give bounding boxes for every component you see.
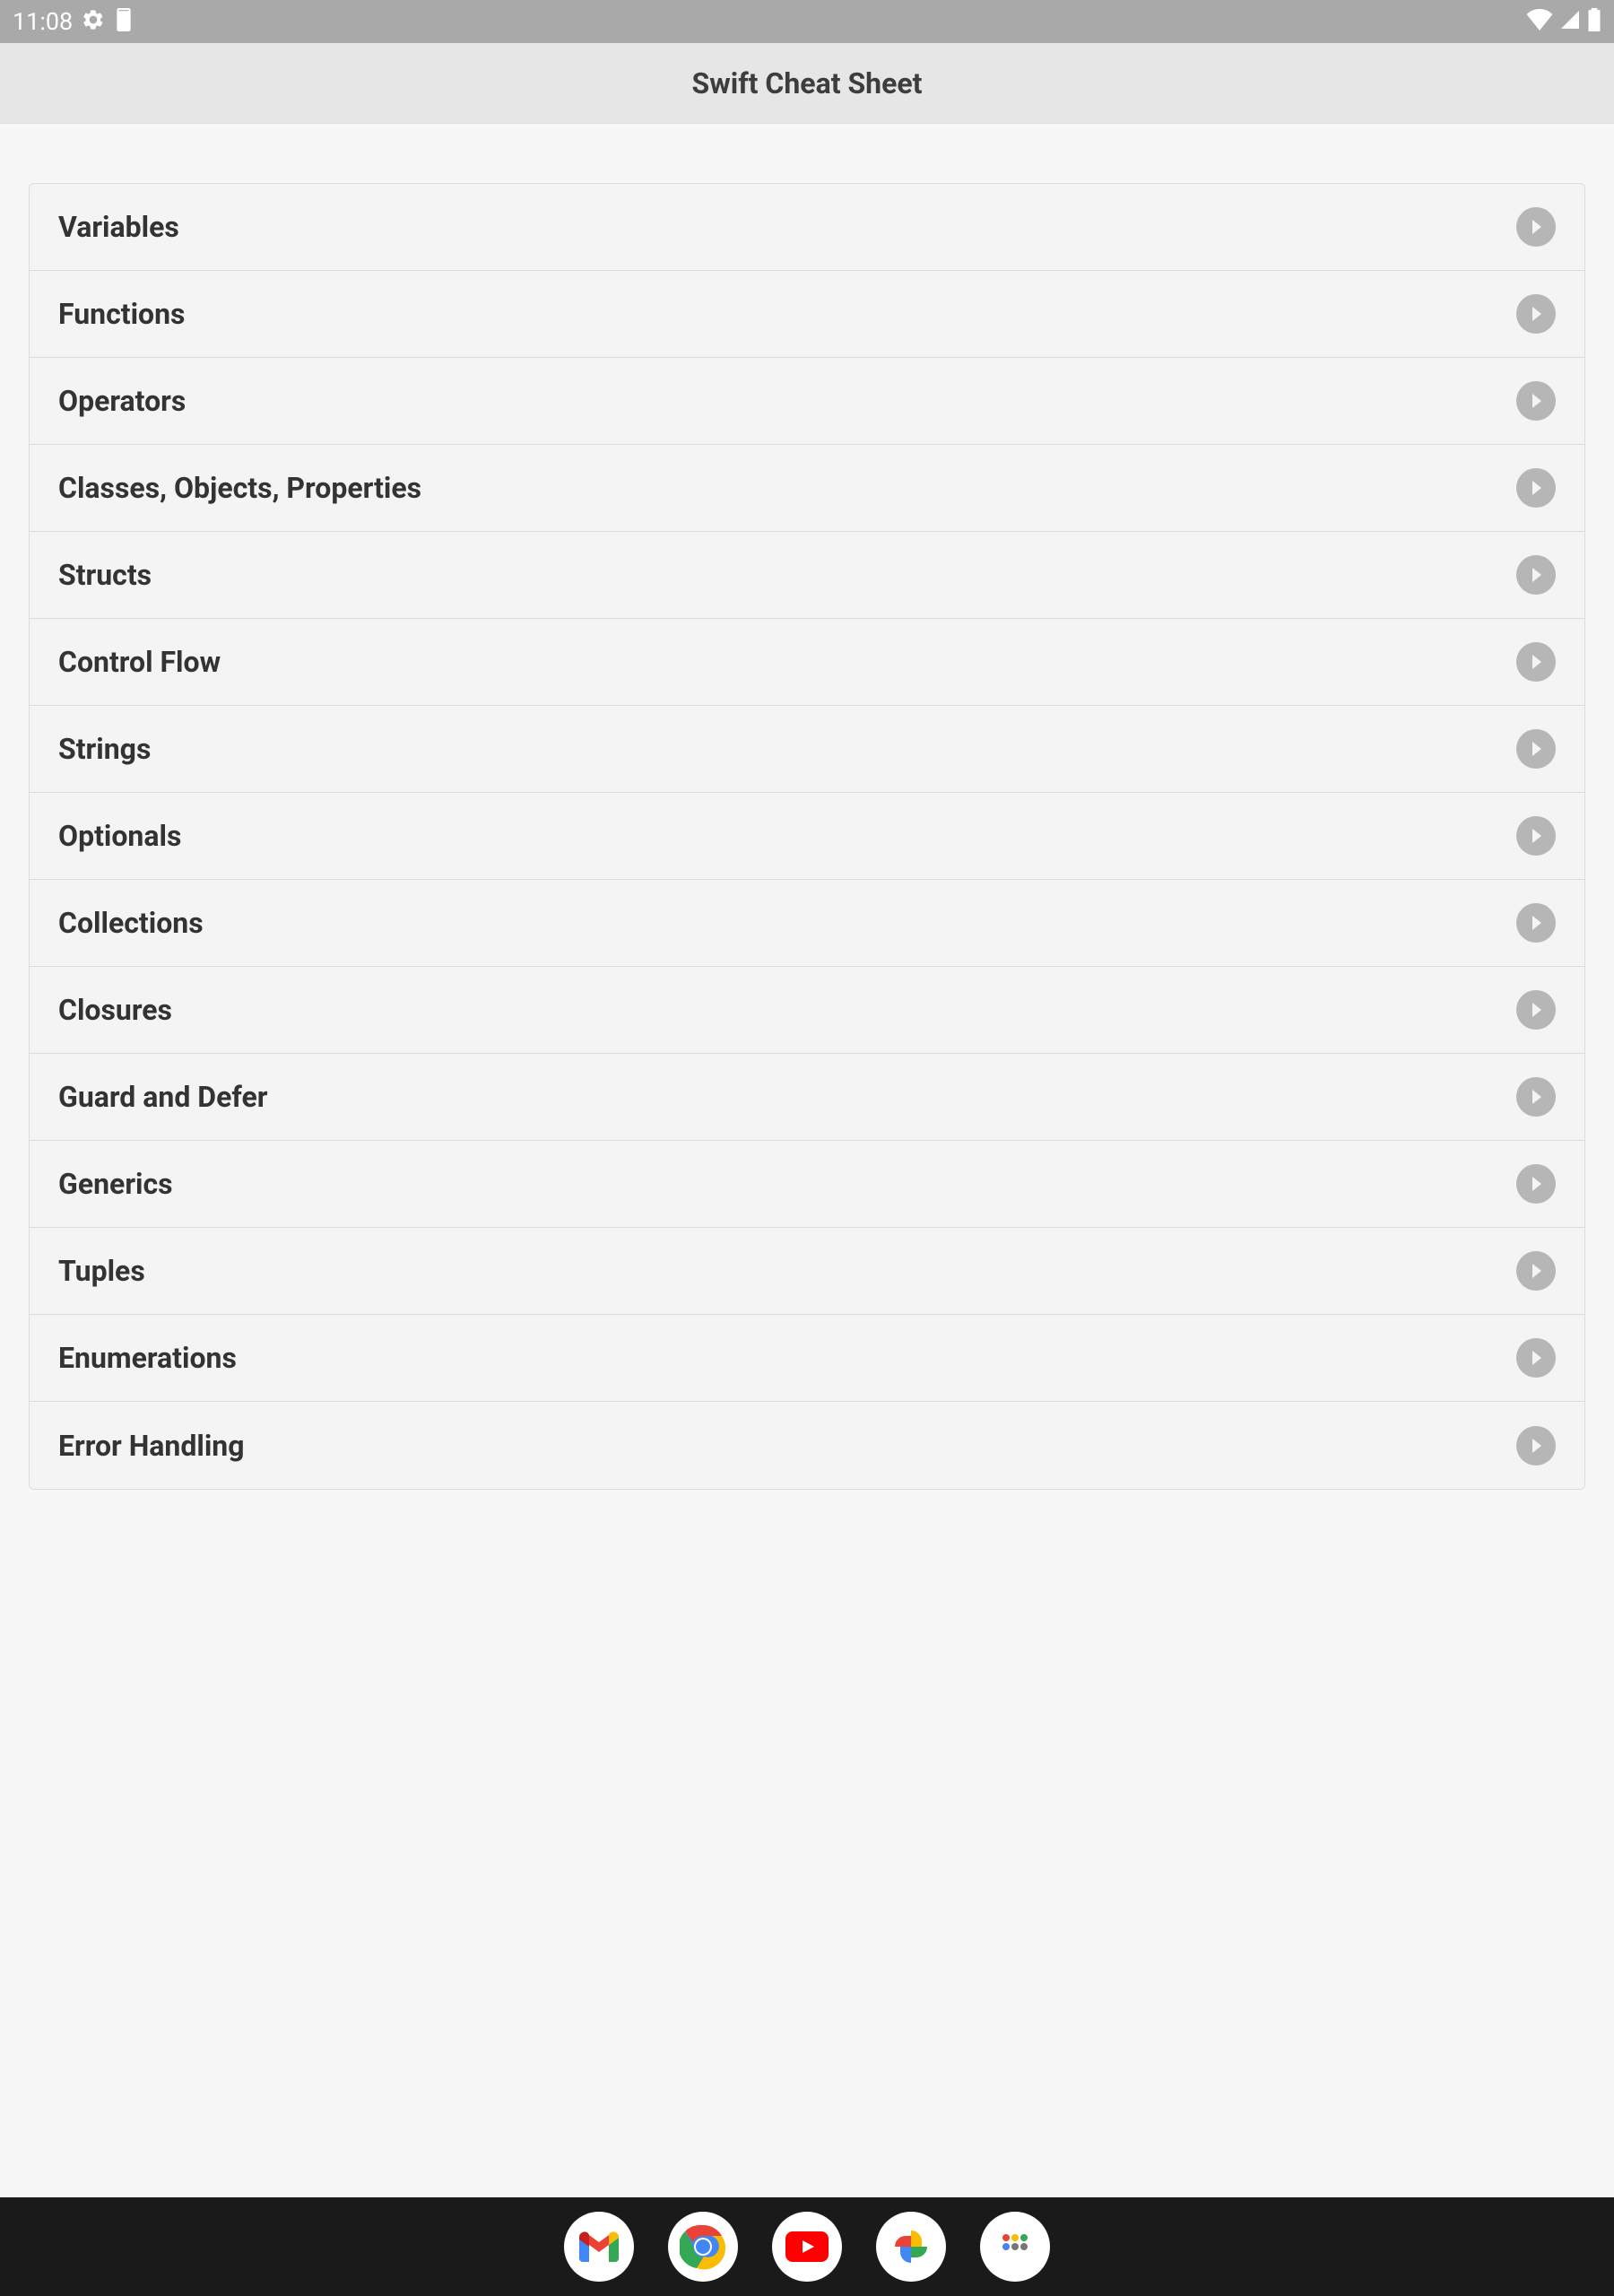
list-item-label: Guard and Defer xyxy=(58,1080,267,1114)
chevron-right-icon xyxy=(1516,729,1556,769)
list-item-collections[interactable]: Collections xyxy=(30,880,1584,967)
chevron-right-icon xyxy=(1516,555,1556,595)
list-item-label: Tuples xyxy=(58,1254,145,1288)
list-item-tuples[interactable]: Tuples xyxy=(30,1228,1584,1315)
chevron-right-icon xyxy=(1516,207,1556,247)
list-item-functions[interactable]: Functions xyxy=(30,271,1584,358)
list-item-label: Classes, Objects, Properties xyxy=(58,471,421,505)
dock-apps-icon[interactable] xyxy=(980,2212,1050,2282)
dock xyxy=(0,2197,1614,2296)
dock-youtube-icon[interactable] xyxy=(772,2212,842,2282)
chevron-right-icon xyxy=(1516,381,1556,421)
list-item-label: Structs xyxy=(58,558,152,592)
list-item-generics[interactable]: Generics xyxy=(30,1141,1584,1228)
list-item-label: Error Handling xyxy=(58,1429,245,1463)
list-item-label: Control Flow xyxy=(58,645,221,679)
list-item-strings[interactable]: Strings xyxy=(30,706,1584,793)
list-item-label: Collections xyxy=(58,906,204,940)
chevron-right-icon xyxy=(1516,1338,1556,1378)
list-item-closures[interactable]: Closures xyxy=(30,967,1584,1054)
dock-photos-icon[interactable] xyxy=(876,2212,946,2282)
status-left-group: 11:08 xyxy=(13,7,134,36)
status-right-group xyxy=(1526,8,1601,35)
wifi-icon xyxy=(1526,9,1553,34)
list-item-operators[interactable]: Operators xyxy=(30,358,1584,445)
chevron-right-icon xyxy=(1516,642,1556,682)
list-item-error-handling[interactable]: Error Handling xyxy=(30,1402,1584,1489)
chevron-right-icon xyxy=(1516,903,1556,943)
list-item-enumerations[interactable]: Enumerations xyxy=(30,1315,1584,1402)
chevron-right-icon xyxy=(1516,294,1556,334)
gear-icon xyxy=(82,8,105,35)
content-area: Variables Functions Operators Classes, O… xyxy=(0,124,1614,1490)
list-item-label: Generics xyxy=(58,1167,173,1201)
dock-chrome-icon[interactable] xyxy=(668,2212,738,2282)
dock-gmail-icon[interactable] xyxy=(564,2212,634,2282)
topic-list: Variables Functions Operators Classes, O… xyxy=(29,183,1585,1490)
list-item-label: Variables xyxy=(58,210,179,244)
page-title: Swift Cheat Sheet xyxy=(692,66,923,100)
app-header: Swift Cheat Sheet xyxy=(0,43,1614,124)
list-item-label: Optionals xyxy=(58,819,181,853)
list-item-label: Closures xyxy=(58,993,172,1027)
list-item-label: Functions xyxy=(58,297,185,331)
chevron-right-icon xyxy=(1516,1251,1556,1291)
list-item-control-flow[interactable]: Control Flow xyxy=(30,619,1584,706)
list-item-structs[interactable]: Structs xyxy=(30,532,1584,619)
card-icon xyxy=(114,8,134,35)
chevron-right-icon xyxy=(1516,1077,1556,1117)
list-item-label: Strings xyxy=(58,732,151,766)
chevron-right-icon xyxy=(1516,1426,1556,1465)
chevron-right-icon xyxy=(1516,1164,1556,1204)
list-item-label: Operators xyxy=(58,384,186,418)
list-item-guard-defer[interactable]: Guard and Defer xyxy=(30,1054,1584,1141)
status-bar: 11:08 xyxy=(0,0,1614,43)
chevron-right-icon xyxy=(1516,468,1556,508)
signal-icon xyxy=(1558,9,1582,34)
chevron-right-icon xyxy=(1516,990,1556,1030)
list-item-classes[interactable]: Classes, Objects, Properties xyxy=(30,445,1584,532)
chevron-right-icon xyxy=(1516,816,1556,856)
battery-icon xyxy=(1587,8,1601,35)
list-item-variables[interactable]: Variables xyxy=(30,184,1584,271)
list-item-label: Enumerations xyxy=(58,1341,237,1375)
list-item-optionals[interactable]: Optionals xyxy=(30,793,1584,880)
status-time: 11:08 xyxy=(13,7,73,36)
